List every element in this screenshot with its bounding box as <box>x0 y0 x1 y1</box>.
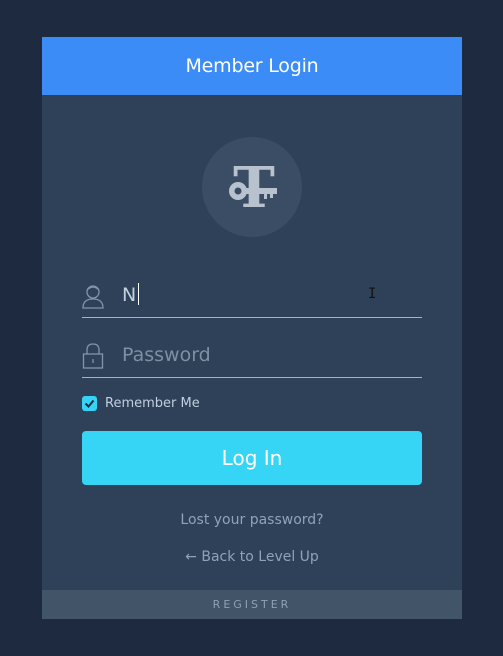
password-input[interactable] <box>122 337 412 373</box>
remember-checkbox[interactable] <box>82 396 97 411</box>
login-card: Member Login T I <box>42 37 462 619</box>
user-icon <box>82 283 104 309</box>
lock-icon <box>82 343 104 369</box>
text-cursor-icon: I <box>368 286 377 302</box>
checkmark-icon <box>84 399 95 408</box>
login-header: Member Login <box>42 37 462 95</box>
back-link[interactable]: ← Back to Level Up <box>42 549 462 565</box>
key-icon: T <box>229 155 277 221</box>
page-title: Member Login <box>185 55 319 77</box>
login-button[interactable]: Log In <box>82 431 422 485</box>
password-field <box>82 337 422 378</box>
username-field: I <box>82 277 422 318</box>
page: Member Login T I <box>0 0 503 656</box>
remember-label: Remember Me <box>105 396 200 411</box>
lost-password-link[interactable]: Lost your password? <box>42 512 462 528</box>
remember-me[interactable]: Remember Me <box>82 396 200 411</box>
site-logo: T <box>202 137 302 237</box>
register-link[interactable]: REGISTER <box>42 590 462 619</box>
text-caret <box>138 283 139 305</box>
register-label: REGISTER <box>212 598 292 611</box>
